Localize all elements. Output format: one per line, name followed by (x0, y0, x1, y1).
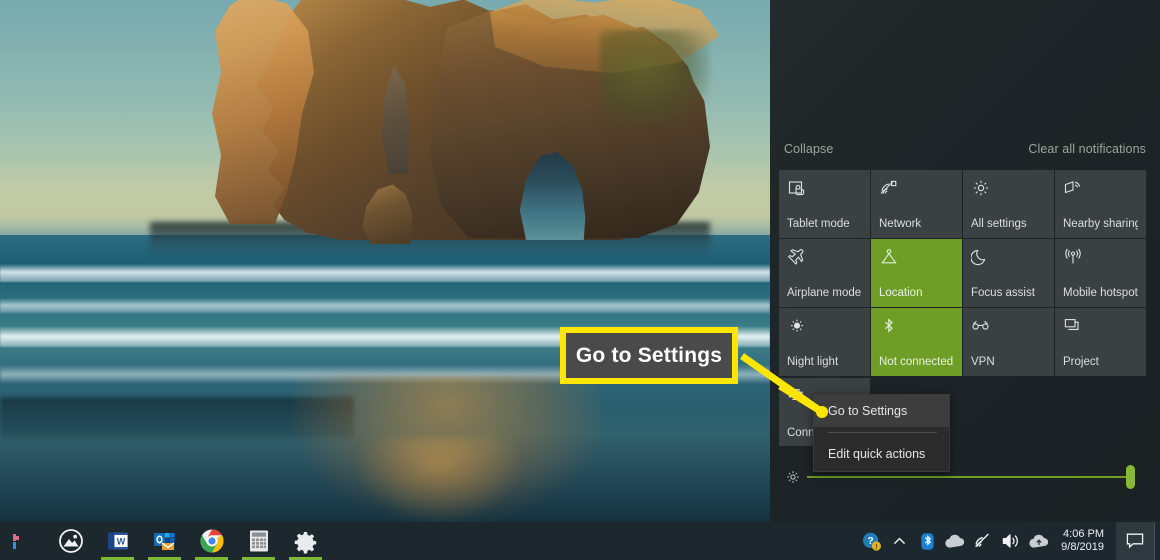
svg-text:W: W (116, 537, 125, 547)
quick-action-focus-assist[interactable]: Focus assist (963, 239, 1054, 307)
chrome-icon (200, 529, 224, 553)
quick-action-label: Location (879, 287, 923, 299)
windows-start-icon (12, 534, 19, 549)
outlook-icon (154, 532, 175, 550)
nearby-sharing-icon (1063, 179, 1138, 203)
taskbar-app-list: W (0, 522, 329, 560)
desktop-screen: Collapse Clear all notifications Tablet … (0, 0, 1160, 560)
speech-bubble-icon (1126, 533, 1144, 549)
tray-bluetooth[interactable] (913, 522, 941, 560)
callout-label: Go to Settings (575, 343, 723, 367)
location-icon (879, 248, 954, 272)
hotspot-icon (1063, 248, 1138, 272)
quick-action-label: VPN (971, 356, 995, 368)
cloud-icon (945, 534, 965, 548)
brightness-slider[interactable] (807, 465, 1135, 489)
quick-action-location[interactable]: Location (871, 239, 962, 307)
tray-show-hidden-icons[interactable] (885, 522, 913, 560)
photos-icon (58, 529, 83, 553)
taskbar-start-button[interactable] (0, 522, 47, 560)
show-desktop-button[interactable] (1154, 522, 1160, 560)
bluetooth-tray-icon (921, 532, 934, 550)
taskbar-photos-app[interactable] (47, 522, 94, 560)
collapse-link[interactable]: Collapse (784, 142, 833, 156)
quick-action-label: All settings (971, 218, 1027, 230)
help-warning-icon: ? ! (862, 532, 881, 551)
quick-action-label: Not connected (879, 356, 954, 368)
quick-action-mobile-hotspot[interactable]: Mobile hotspot (1055, 239, 1146, 307)
tray-get-help[interactable]: ? ! (857, 522, 885, 560)
quick-action-network[interactable]: Network (871, 170, 962, 238)
taskbar-action-center-button[interactable] (1116, 522, 1154, 560)
quick-action-label: Focus assist (971, 287, 1035, 299)
quick-action-label: Airplane mode (787, 287, 862, 299)
context-menu-item-go-to-settings[interactable]: Go to Settings (814, 395, 949, 427)
gear-icon (294, 531, 317, 554)
word-icon: W (107, 532, 128, 550)
quick-action-label: Tablet mode (787, 218, 850, 230)
wallpaper-rock-moss (600, 30, 710, 125)
quick-action-vpn[interactable]: VPN (963, 308, 1054, 376)
taskbar-chrome-app[interactable] (188, 522, 235, 560)
brightness-slider-thumb[interactable] (1126, 465, 1135, 489)
action-center-header: Collapse Clear all notifications (770, 138, 1160, 160)
calculator-icon (249, 530, 268, 552)
quick-action-label: Project (1063, 356, 1099, 368)
taskbar-calculator-app[interactable] (235, 522, 282, 560)
wallpaper-surf-line-1 (0, 263, 770, 283)
desktop-wallpaper (0, 0, 770, 522)
tray-volume[interactable] (997, 522, 1025, 560)
quick-action-nearby-sharing[interactable]: Nearby sharing (1055, 170, 1146, 238)
context-menu-item-edit-quick-actions[interactable]: Edit quick actions (814, 438, 949, 470)
quick-action-label: Nearby sharing (1063, 218, 1138, 230)
quick-action-airplane-mode[interactable]: Airplane mode (779, 239, 870, 307)
taskbar-word-app[interactable]: W (94, 522, 141, 560)
bluetooth-icon (879, 317, 954, 341)
sun-icon (787, 317, 862, 341)
clock-time: 4:06 PM (1063, 528, 1104, 540)
quick-actions-grid: Tablet mode Network All settings Nearby … (779, 170, 1147, 376)
quick-action-all-settings[interactable]: All settings (963, 170, 1054, 238)
quick-action-tablet-mode[interactable]: Tablet mode (779, 170, 870, 238)
tray-wifi[interactable] (969, 522, 997, 560)
airplane-icon (787, 248, 862, 272)
quick-action-label: Night light (787, 356, 839, 368)
taskbar-tray: ? ! 4:06 PM 9/8/2019 (857, 522, 1160, 560)
quick-action-bluetooth[interactable]: Not connected (871, 308, 962, 376)
moon-icon (971, 248, 1046, 272)
vpn-icon (971, 317, 1046, 341)
speaker-icon (1002, 534, 1019, 548)
quick-action-context-menu: Go to Settings Edit quick actions (813, 394, 950, 472)
taskbar: W ? ! 4:06 PM 9/8/2019 (0, 522, 1160, 560)
callout-box: Go to Settings (560, 327, 738, 384)
chevron-up-icon (893, 537, 905, 544)
wallpaper-reflection-inner (354, 438, 524, 522)
gear-icon (971, 179, 1046, 203)
svg-text:!: ! (875, 544, 877, 551)
network-wifi-icon (879, 179, 954, 203)
cloud-upload-icon (1029, 534, 1049, 548)
quick-action-label: Mobile hotspot (1063, 287, 1138, 299)
project-icon (1063, 317, 1138, 341)
context-menu-separator (828, 432, 937, 433)
clock-date: 9/8/2019 (1061, 541, 1104, 553)
quick-action-project[interactable]: Project (1055, 308, 1146, 376)
quick-action-label: Network (879, 218, 922, 230)
taskbar-settings-app[interactable] (282, 522, 329, 560)
quick-action-night-light[interactable]: Night light (779, 308, 870, 376)
tray-onedrive-sync[interactable] (1025, 522, 1053, 560)
tray-onedrive[interactable] (941, 522, 969, 560)
wallpaper-surf-line-2 (0, 297, 770, 314)
brightness-icon (779, 468, 807, 486)
tablet-mode-icon (787, 179, 862, 203)
taskbar-outlook-app[interactable] (141, 522, 188, 560)
taskbar-clock[interactable]: 4:06 PM 9/8/2019 (1053, 522, 1116, 560)
wifi-icon (975, 533, 990, 548)
clear-all-notifications-link[interactable]: Clear all notifications (1028, 142, 1146, 156)
